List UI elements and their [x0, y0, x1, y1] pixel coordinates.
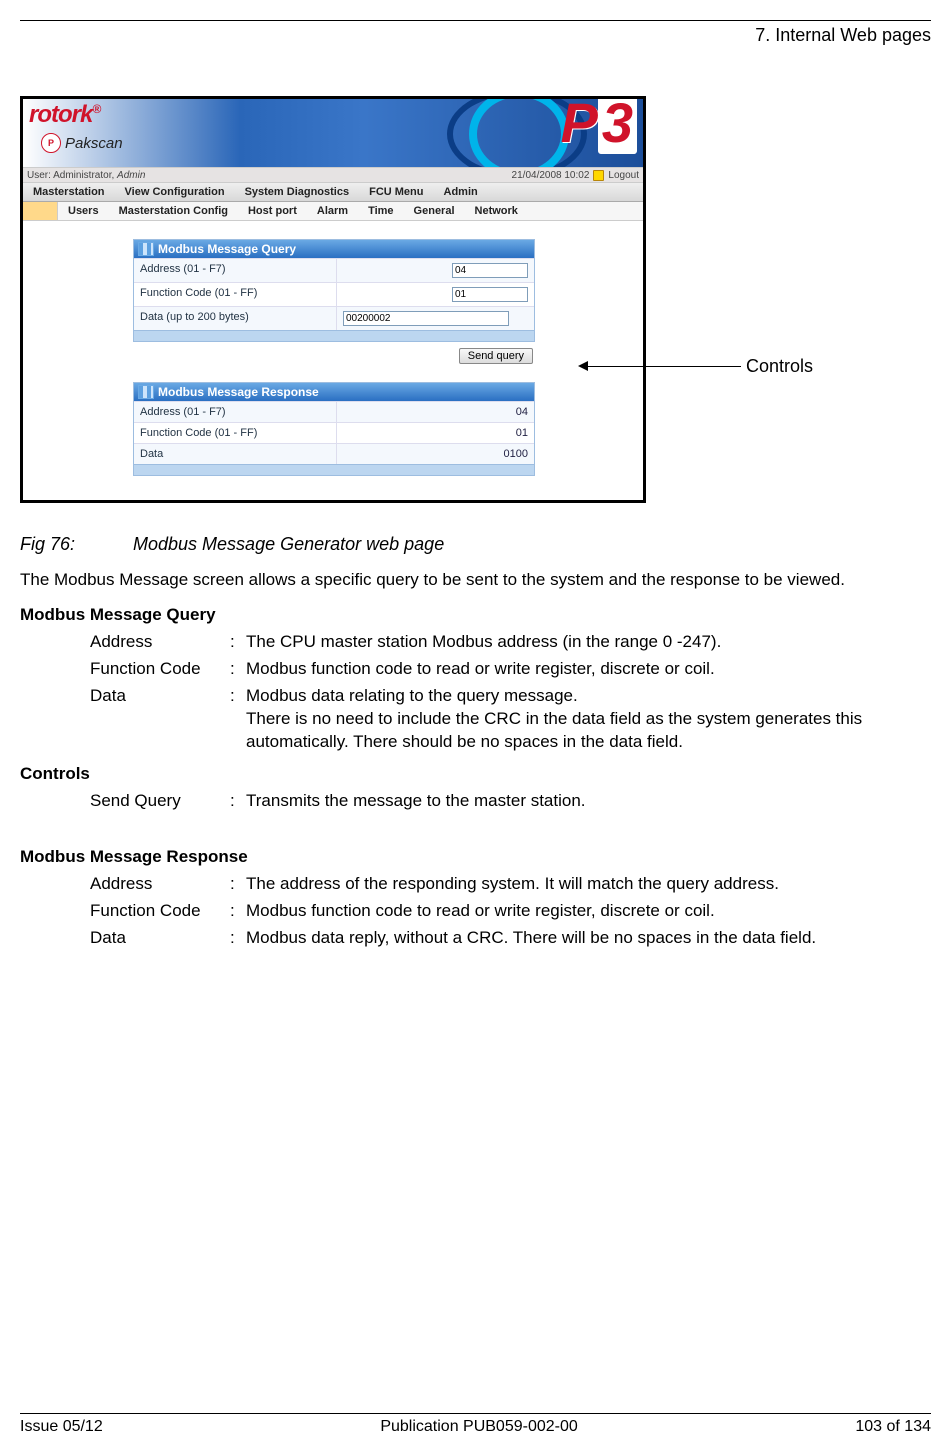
toolbar-handle-icon: [23, 202, 58, 220]
submenu-item[interactable]: Masterstation Config: [109, 202, 238, 220]
def-term: Data: [90, 927, 230, 950]
callout-line: [586, 366, 741, 367]
callout-label: Controls: [746, 356, 813, 377]
submenu-item[interactable]: Time: [358, 202, 403, 220]
response-panel: Modbus Message Response Address (01 - F7…: [133, 382, 535, 476]
main-menu: Masterstation View Configuration System …: [23, 183, 643, 202]
def-term: Function Code: [90, 658, 230, 681]
footer-page: 103 of 134: [855, 1418, 931, 1436]
menu-item[interactable]: FCU Menu: [359, 183, 433, 201]
figure-caption: Modbus Message Generator web page: [133, 534, 444, 554]
query-panel: Modbus Message Query Address (01 - F7) F…: [133, 239, 535, 342]
def-term: Send Query: [90, 790, 230, 813]
def-term: Data: [90, 685, 230, 754]
field-label: Address (01 - F7): [134, 402, 337, 422]
field-label: Function Code (01 - FF): [134, 423, 337, 443]
logo-text: rotork: [29, 101, 92, 128]
footer-publication: Publication PUB059-002-00: [380, 1418, 577, 1436]
pakscan-badge-icon: P: [41, 133, 61, 153]
field-label: Data: [134, 444, 337, 464]
figure-number: Fig 76:: [20, 534, 128, 555]
menu-item[interactable]: View Configuration: [115, 183, 235, 201]
logout-link[interactable]: Logout: [608, 170, 639, 181]
definition-list: Address:The address of the responding sy…: [90, 873, 931, 950]
p3-logo: P3: [560, 99, 637, 151]
data-input[interactable]: [343, 311, 509, 326]
submenu-item[interactable]: Network: [465, 202, 528, 220]
sub-menu: Users Masterstation Config Host port Ala…: [23, 202, 643, 221]
submenu-item[interactable]: Users: [58, 202, 109, 220]
panel-title: Modbus Message Query: [158, 242, 296, 256]
banner-arc-icon: [469, 99, 569, 167]
section-heading: Modbus Message Response: [20, 847, 931, 867]
lock-icon: [593, 170, 604, 181]
panel-title: Modbus Message Response: [158, 385, 319, 399]
submenu-item[interactable]: General: [404, 202, 465, 220]
field-label: Address (01 - F7): [134, 259, 337, 282]
def-desc: Modbus data relating to the query messag…: [246, 685, 931, 754]
field-value: 0100: [337, 444, 534, 464]
intro-paragraph: The Modbus Message screen allows a speci…: [20, 569, 931, 591]
footer-issue: Issue 05/12: [20, 1418, 103, 1436]
function-code-input[interactable]: [452, 287, 528, 302]
rotork-logo: rotork®: [29, 101, 100, 129]
def-desc: Modbus function code to read or write re…: [246, 900, 931, 923]
def-desc: The CPU master station Modbus address (i…: [246, 631, 931, 654]
field-value: 04: [337, 402, 534, 422]
panel-icon: [138, 385, 154, 399]
menu-item[interactable]: Masterstation: [23, 183, 115, 201]
def-desc: Modbus function code to read or write re…: [246, 658, 931, 681]
menu-item[interactable]: System Diagnostics: [235, 183, 360, 201]
def-desc: The address of the responding system. It…: [246, 873, 931, 896]
field-label: Function Code (01 - FF): [134, 283, 337, 306]
section-heading: Modbus Message Query: [20, 605, 931, 625]
send-query-button[interactable]: Send query: [459, 348, 533, 364]
menu-item[interactable]: Admin: [434, 183, 488, 201]
embedded-screenshot: rotork® P Pakscan P3 User: Administrator…: [20, 96, 646, 503]
definition-list: Address:The CPU master station Modbus ad…: [90, 631, 931, 754]
def-desc: Modbus data reply, without a CRC. There …: [246, 927, 931, 950]
def-term: Address: [90, 873, 230, 896]
address-input[interactable]: [452, 263, 528, 278]
logo-super: ®: [92, 102, 100, 116]
field-label: Data (up to 200 bytes): [134, 307, 337, 330]
user-label: User: Administrator,: [27, 170, 117, 181]
section-header: 7. Internal Web pages: [20, 25, 931, 46]
clock-text: 21/04/2008 10:02: [512, 170, 590, 181]
submenu-item[interactable]: Alarm: [307, 202, 358, 220]
product-name: Pakscan: [65, 135, 123, 152]
definition-list: Send Query:Transmits the message to the …: [90, 790, 931, 813]
user-role: Admin: [117, 170, 145, 181]
submenu-item[interactable]: Host port: [238, 202, 307, 220]
def-desc: Transmits the message to the master stat…: [246, 790, 931, 813]
panel-icon: [138, 242, 154, 256]
def-term: Address: [90, 631, 230, 654]
field-value: 01: [337, 423, 534, 443]
def-term: Function Code: [90, 900, 230, 923]
section-heading: Controls: [20, 764, 931, 784]
